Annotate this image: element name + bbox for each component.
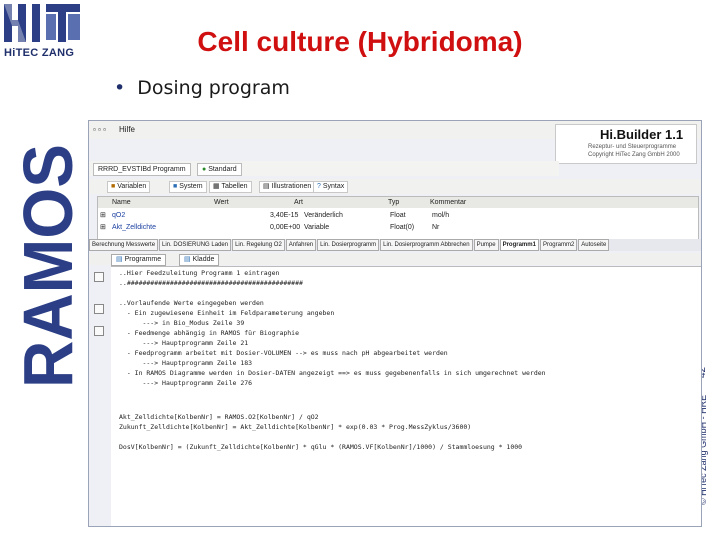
tab-variables-label: Variablen bbox=[117, 183, 147, 190]
section-tab-active[interactable]: Programm1 bbox=[499, 239, 539, 251]
tool-icon[interactable] bbox=[94, 304, 104, 314]
help-icon: ? bbox=[317, 183, 321, 190]
tab-system[interactable]: ■ System bbox=[169, 181, 207, 193]
section-tab[interactable]: Lin. Dosierprogramm Abbrechen bbox=[380, 239, 473, 251]
code-line: DosV[KolbenNr] = (Zukunft_Zelldichte[Kol… bbox=[119, 443, 523, 451]
tab-variables[interactable]: ■ Variablen bbox=[107, 181, 151, 193]
code-line: - Feedmenge abhängig in RAMOS für Biogra… bbox=[119, 329, 300, 337]
table-header-value: Wert bbox=[214, 199, 229, 206]
code-line: - In RAMOS Diagramme werden in Dosier-DA… bbox=[119, 369, 546, 377]
tab-system-label: System bbox=[179, 183, 203, 190]
section-tab[interactable]: Lin. Dosierprogramm bbox=[317, 239, 380, 251]
menu-item-icons[interactable]: ▫ ▫ ▫ bbox=[93, 125, 106, 134]
code-line: Akt_Zelldichte[KolbenNr] = RAMOS.O2[Kolb… bbox=[119, 413, 319, 421]
editor-tab-bar: ▤ Programme ▤ Kladde bbox=[89, 253, 701, 266]
table-cell-comment: Nr bbox=[432, 224, 440, 231]
illustration-icon: ▤ bbox=[263, 183, 270, 190]
tab-program[interactable]: RRRD_EVSTIBd Programm bbox=[93, 163, 191, 176]
variables-icon: ■ bbox=[111, 183, 116, 190]
tab-programs[interactable]: ▤ Programme bbox=[111, 254, 167, 266]
code-line: ---> in Bio_Modus Zeile 39 bbox=[119, 319, 245, 327]
menu-item-help[interactable]: Hilfe bbox=[119, 125, 135, 134]
bullet-text: Dosing program bbox=[137, 77, 290, 99]
tab-syntax-label: Syntax bbox=[322, 183, 345, 190]
table-cell-type: Float bbox=[390, 212, 406, 219]
app-title: Hi.Builder 1.1 bbox=[600, 127, 684, 142]
table-cell-type: Float(0) bbox=[390, 224, 415, 231]
code-line: - Feedprogramm arbeitet mit Dosier-VOLUM… bbox=[119, 349, 448, 357]
tool-icon[interactable] bbox=[94, 272, 104, 282]
tab-standard-label: Standard bbox=[208, 166, 237, 173]
table-icon: ▦ bbox=[213, 183, 220, 190]
code-line: ..######################################… bbox=[119, 279, 303, 287]
expand-icon[interactable]: ⊞ bbox=[100, 210, 106, 221]
section-tab[interactable]: Lin. Regelung O2 bbox=[232, 239, 285, 251]
code-line: Zukunft_Zelldichte[KolbenNr] = Akt_Zelld… bbox=[119, 423, 472, 431]
app-header-card: Hi.Builder 1.1 Rezeptur- und Steuerprogr… bbox=[555, 124, 697, 164]
app-screenshot: ▫ ▫ ▫ Hilfe Hi.Builder 1.1 Rezeptur- und… bbox=[88, 120, 702, 527]
code-line: ---> Hauptprogramm Zeile 183 bbox=[119, 359, 253, 367]
app-subtitle: Rezeptur- und Steuerprogramme bbox=[588, 144, 677, 150]
table-cell-name: Akt_Zelldichte bbox=[112, 224, 156, 231]
app-copyright: Copyright HiTec Zang GmbH 2000 bbox=[588, 152, 680, 158]
section-tab[interactable]: Autoseite bbox=[578, 239, 610, 251]
notes-icon: ▤ bbox=[184, 256, 191, 263]
section-tab-bar: Berechnung Messwerte Lin. DOSIERUNG Laden… bbox=[89, 239, 701, 251]
code-line: ..Vorlaufende Werte eingegeben werden bbox=[119, 299, 264, 307]
tab-tables[interactable]: ▦ Tabellen bbox=[209, 181, 252, 193]
code-line: - Ein zugewiesene Einheit im Feldparamet… bbox=[119, 309, 335, 317]
code-editor[interactable]: ..Hier Feedzuleitung Programm 1 eintrage… bbox=[111, 266, 701, 526]
slide-title: Cell culture (Hybridoma) bbox=[197, 26, 523, 57]
program-icon: ▤ bbox=[116, 256, 123, 263]
section-tab[interactable]: Pumpe bbox=[473, 239, 499, 251]
section-tab[interactable]: Programm2 bbox=[539, 239, 578, 251]
code-line: ..Hier Feedzuleitung Programm 1 eintrage… bbox=[119, 269, 280, 277]
variable-table: Name Wert Art Typ Kommentar ⊞ qO2 3,40E-… bbox=[97, 196, 699, 242]
tab-illustrations[interactable]: ▤ Illustrationen bbox=[259, 181, 316, 193]
section-tab[interactable]: Anfahren bbox=[285, 239, 317, 251]
tab-standard[interactable]: ● Standard bbox=[197, 163, 242, 176]
program-tab-bar: RRRD_EVSTIBd Programm ● Standard bbox=[89, 161, 559, 176]
gear-icon: ● bbox=[202, 166, 207, 173]
bullet-item: • Dosing program bbox=[114, 77, 290, 99]
tab-illustrations-label: Illustrationen bbox=[271, 183, 312, 190]
table-header-type: Typ bbox=[388, 199, 400, 206]
code-line: ---> Hauptprogramm Zeile 21 bbox=[119, 339, 249, 347]
table-header-name: Name bbox=[112, 199, 131, 206]
tab-notes-label: Kladde bbox=[192, 256, 215, 263]
table-cell-kind: Variable bbox=[304, 224, 330, 231]
table-cell-kind: Veränderlich bbox=[304, 212, 343, 219]
table-cell-value: 3,40E-15 bbox=[270, 212, 299, 219]
ramos-brand-text: RAMOS bbox=[18, 144, 76, 388]
section-tab[interactable]: Lin. DOSIERUNG Laden bbox=[159, 239, 232, 251]
table-header-comment: Kommentar bbox=[430, 199, 467, 206]
tab-syntax[interactable]: ? Syntax bbox=[313, 181, 349, 193]
tab-programs-label: Programme bbox=[124, 256, 162, 263]
code-line: ---> Hauptprogramm Zeile 276 bbox=[119, 379, 253, 387]
section-tab[interactable]: Berechnung Messwerte bbox=[89, 239, 159, 251]
tab-tables-label: Tabellen bbox=[221, 183, 248, 190]
table-cell-comment: mol/h bbox=[432, 212, 450, 219]
tab-notes[interactable]: ▤ Kladde bbox=[179, 254, 220, 266]
table-cell-name: qO2 bbox=[112, 212, 126, 219]
ramos-logo: RAMOS bbox=[18, 144, 76, 388]
variable-toolbar: ■ Variablen ■ System ▦ Tabellen ▤ Illust… bbox=[89, 179, 701, 194]
table-row[interactable]: ⊞ Akt_Zelldichte 0,00E+00 Variable Float… bbox=[98, 222, 698, 233]
table-row[interactable]: ⊞ qO2 3,40E-15 Veränderlich Float mol/h bbox=[98, 210, 698, 221]
tab-program-label: RRRD_EVSTIBd Programm bbox=[98, 166, 186, 173]
table-cell-value: 0,00E+00 bbox=[270, 224, 301, 231]
tool-icon[interactable] bbox=[94, 326, 104, 336]
system-icon: ■ bbox=[173, 183, 178, 190]
table-header-kind: Art bbox=[294, 199, 303, 206]
expand-icon[interactable]: ⊞ bbox=[100, 222, 106, 233]
table-header-row: Name Wert Art Typ Kommentar bbox=[98, 197, 698, 208]
bullet-dot: • bbox=[114, 77, 126, 99]
editor-gutter bbox=[89, 266, 109, 526]
